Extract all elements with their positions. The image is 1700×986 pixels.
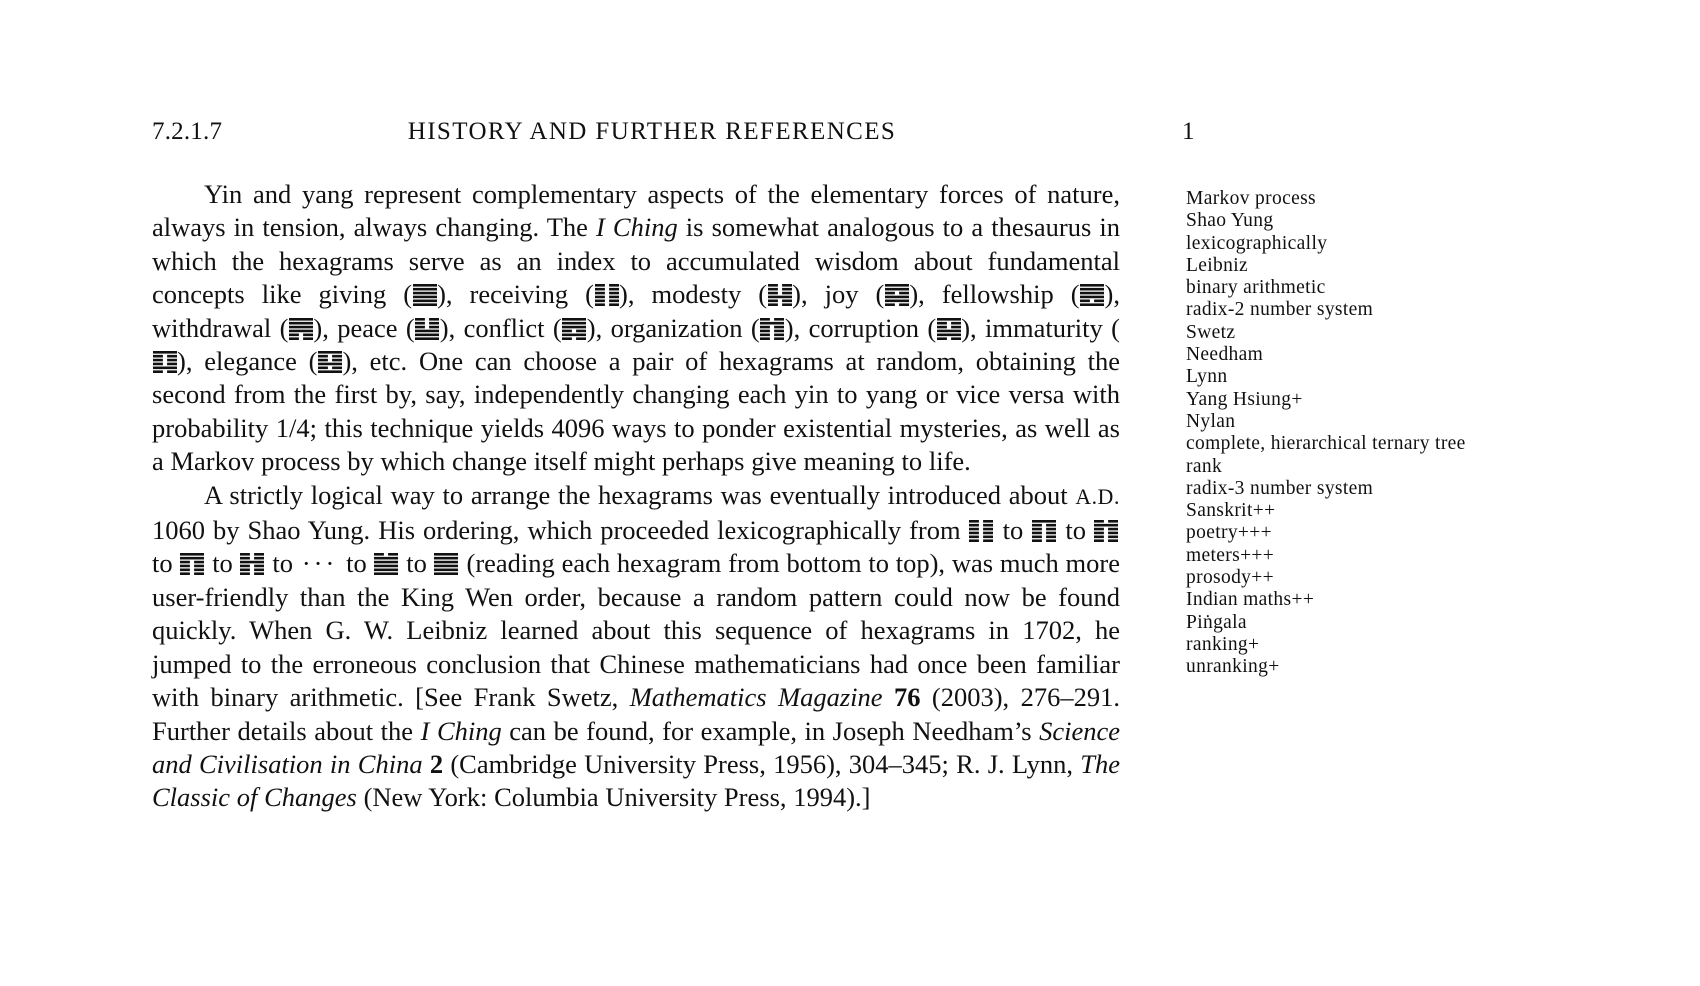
hexagram-seq-3 <box>1094 519 1119 543</box>
hexagram-seq-1 <box>969 519 994 543</box>
hexagram-fellowship <box>1080 284 1105 307</box>
margin-note: rank <box>1186 455 1223 477</box>
margin-notes-column: Markov process Shao Yung lexicographically… <box>1186 188 1656 679</box>
body-text-column: Yin and yang represent complementary asp… <box>152 178 1120 815</box>
hexagram-conflict <box>562 317 587 340</box>
text-run: to <box>205 548 240 579</box>
text-run: to <box>265 548 300 579</box>
margin-note: Piṅgala <box>1186 611 1247 633</box>
document-page: 7.2.1.7 HISTORY AND FURTHER REFERENCES 1… <box>0 0 1700 986</box>
margin-note: Indian maths++ <box>1186 589 1315 611</box>
margin-note: prosody++ <box>1186 567 1274 589</box>
hexagram-seq-63 <box>374 552 399 576</box>
paragraph-yin-yang: Yin and yang represent complementary asp… <box>152 178 1120 479</box>
text-run: to <box>339 548 374 579</box>
margin-note: ranking+ <box>1186 633 1260 655</box>
reference-mathematics-magazine: Mathematics Magazine <box>629 682 883 713</box>
hexagram-corruption <box>936 317 961 340</box>
text-run: to <box>152 548 180 579</box>
text-run: ), peace ( <box>313 312 415 343</box>
ellipsis: ··· <box>301 548 338 579</box>
text-run: ), receiving ( <box>437 279 594 310</box>
hexagram-organization <box>760 317 785 340</box>
running-head-title: HISTORY AND FURTHER REFERENCES <box>407 118 897 145</box>
text-run: ), elegance ( <box>177 346 318 377</box>
text-run: 1060 by Shao Yung. His ordering, which p… <box>152 515 969 546</box>
margin-note: lexicographically <box>1186 232 1328 254</box>
text-run: A strictly logical way to arrange the he… <box>204 479 1076 510</box>
hexagram-seq-64 <box>434 552 459 576</box>
hexagram-modesty <box>767 284 792 307</box>
margin-note: Leibniz <box>1186 254 1249 276</box>
reference-volume-76: 76 <box>893 682 921 713</box>
text-run: ), organization ( <box>586 312 760 343</box>
text-run: to <box>994 515 1032 546</box>
running-head: 7.2.1.7 HISTORY AND FURTHER REFERENCES 1 <box>152 118 1195 148</box>
margin-note: poetry+++ <box>1186 522 1272 544</box>
margin-note: binary arithmetic <box>1186 277 1326 299</box>
margin-note: complete, hierarchical ternary tree <box>1186 433 1466 455</box>
hexagram-seq-4 <box>179 552 205 576</box>
text-run: (Cambridge University Press, 1956), 304–… <box>443 748 1081 779</box>
title-i-ching: I Ching <box>596 212 678 243</box>
title-i-ching-2: I Ching <box>420 715 502 746</box>
text-run: ), conflict ( <box>439 312 562 343</box>
paragraph-shao-yung: A strictly logical way to arrange the he… <box>152 479 1120 815</box>
margin-note: meters+++ <box>1186 544 1275 566</box>
era-abbreviation: A.D. <box>1075 484 1120 509</box>
margin-note: Shao Yung <box>1186 210 1274 232</box>
text-run: ), corruption ( <box>784 312 937 343</box>
margin-note: Sanskrit++ <box>1186 500 1276 522</box>
hexagram-peace <box>415 317 440 340</box>
hexagram-immaturity <box>152 351 177 374</box>
margin-note: Yang Hsiung+ <box>1186 388 1303 410</box>
hexagram-seq-5 <box>240 552 265 576</box>
margin-note: radix-2 number system <box>1186 299 1374 321</box>
text-run: ), joy ( <box>792 279 885 310</box>
margin-note: Nylan <box>1186 410 1236 432</box>
margin-note: radix-3 number system <box>1186 477 1374 499</box>
text-run: to <box>399 548 434 579</box>
text-run: ), fellowship ( <box>909 279 1080 310</box>
text-run: ), modesty ( <box>619 279 768 310</box>
hexagram-receiving <box>594 284 619 307</box>
hexagram-elegance <box>317 351 342 374</box>
margin-note: Lynn <box>1186 366 1228 388</box>
page-number: 1 <box>1182 118 1195 145</box>
reference-volume-2: 2 <box>429 748 444 779</box>
margin-note: Markov process <box>1186 188 1316 209</box>
text-run: ), immaturity ( <box>961 312 1120 343</box>
hexagram-seq-2 <box>1031 519 1057 543</box>
text-run: can be found, for example, in Joseph Nee… <box>501 715 1040 746</box>
margin-note: Swetz <box>1186 321 1236 343</box>
margin-note: Needham <box>1186 344 1264 366</box>
margin-note: unranking+ <box>1186 656 1280 678</box>
hexagram-joy <box>884 284 909 307</box>
text-run: (New York: Columbia University Press, 19… <box>356 782 871 813</box>
hexagram-giving <box>412 284 437 307</box>
text-run: to <box>1057 515 1094 546</box>
hexagram-withdrawal <box>288 317 313 340</box>
